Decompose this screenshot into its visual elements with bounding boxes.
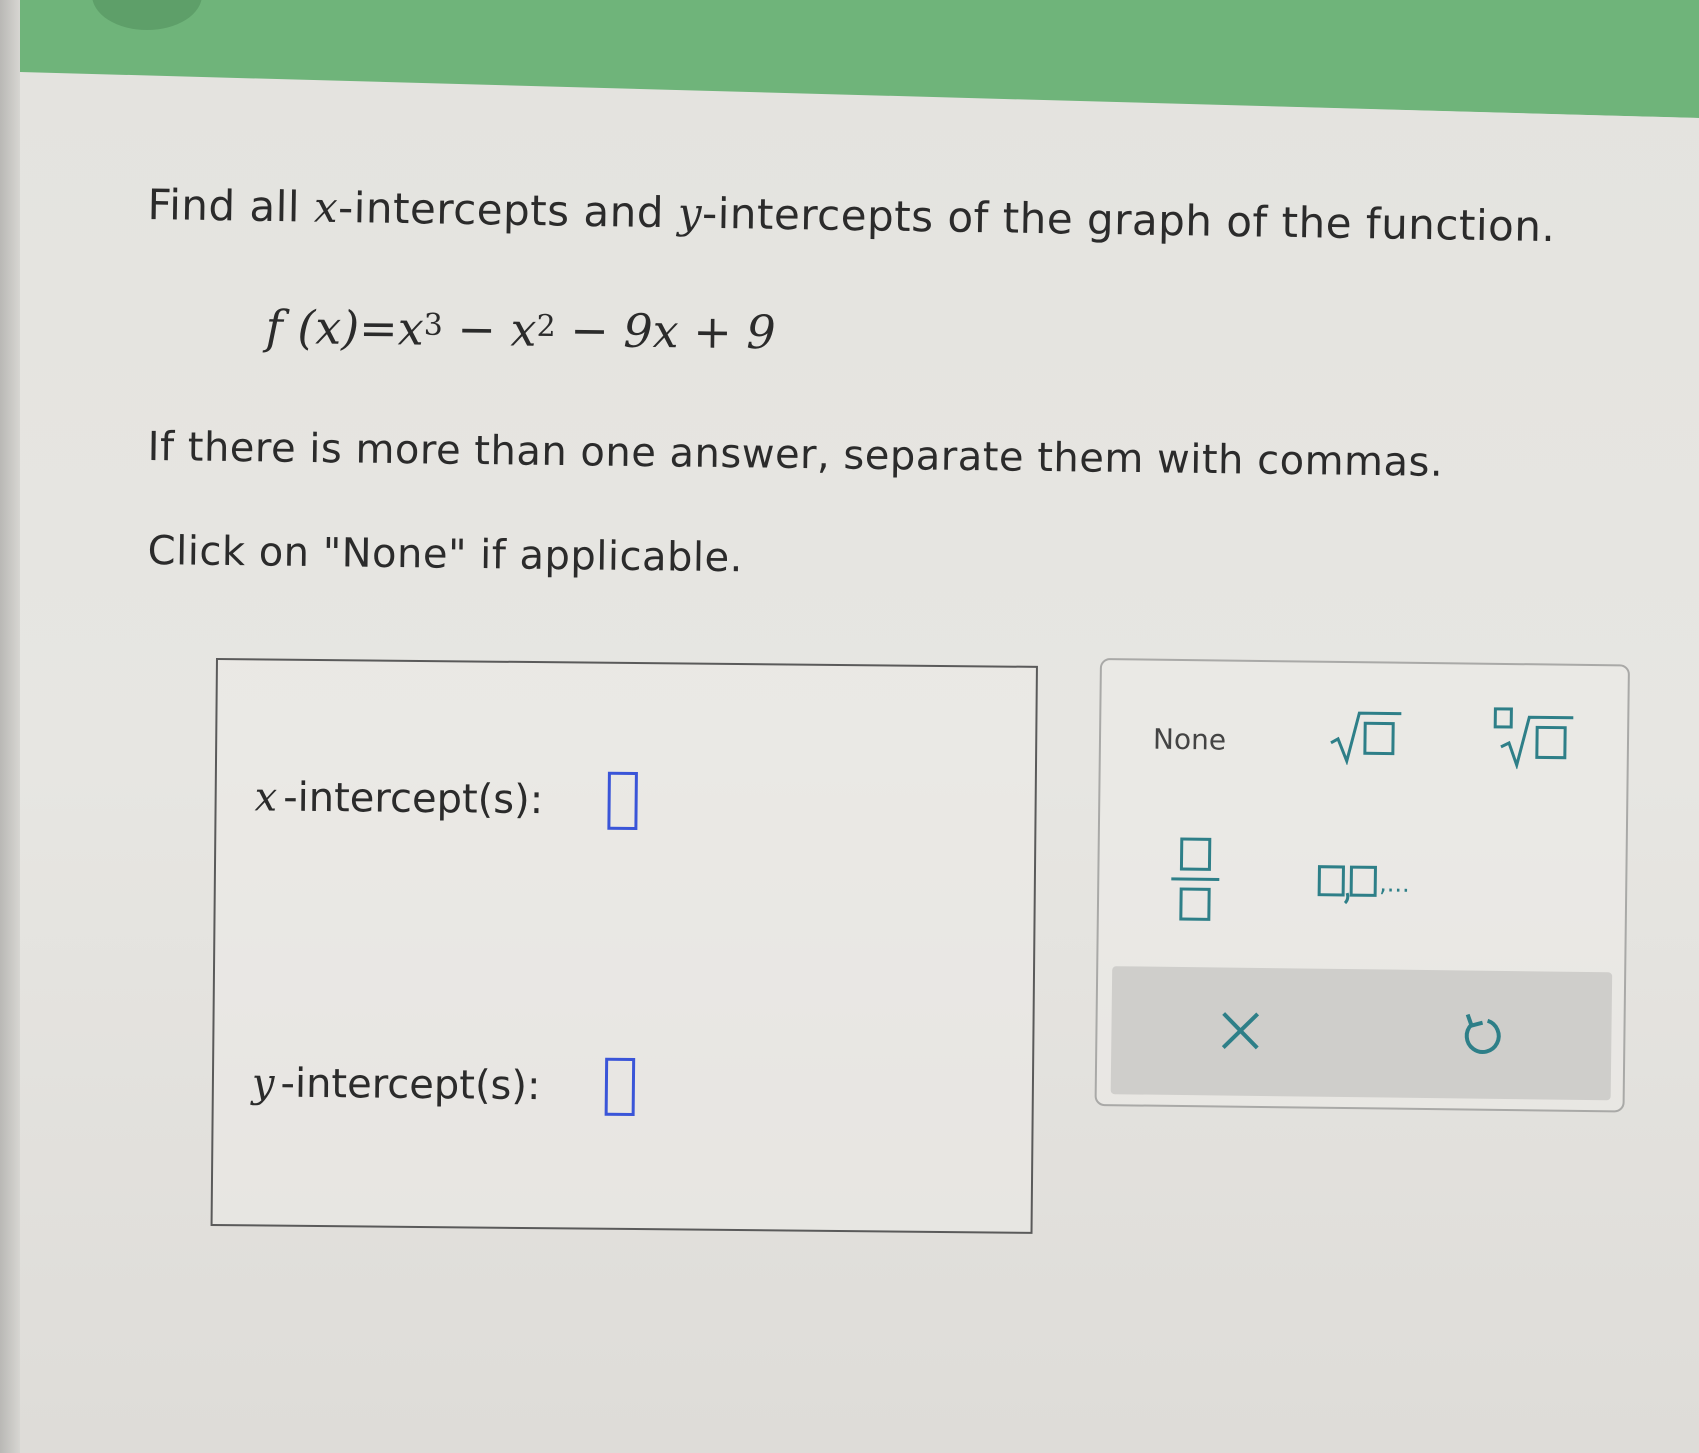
answer-panel: x -intercept(s): y -intercept(s): xyxy=(210,658,1038,1234)
x-intercept-var: x xyxy=(254,774,278,821)
x-intercept-label: -intercept(s): xyxy=(283,774,544,824)
equation-term2-base: x xyxy=(510,302,537,357)
close-icon xyxy=(1221,1012,1260,1050)
equation-term1-base: x xyxy=(397,301,424,356)
y-intercept-label: -intercept(s): xyxy=(280,1060,541,1110)
question-y-var: y xyxy=(677,188,703,238)
y-intercept-input[interactable] xyxy=(604,1057,635,1117)
undo-button[interactable] xyxy=(1457,1008,1508,1059)
fraction-icon xyxy=(1171,837,1220,921)
equation-term2-exp: 2 xyxy=(536,308,556,345)
fraction-button[interactable] xyxy=(1169,837,1222,922)
question-middle: -intercepts and xyxy=(337,182,679,238)
y-intercept-var: y xyxy=(251,1060,275,1107)
equation-equals: = xyxy=(358,300,399,356)
none-button[interactable]: None xyxy=(1153,723,1226,757)
list-icon xyxy=(1317,865,1377,905)
list-button[interactable]: ,... xyxy=(1317,859,1428,906)
question-prefix: Find all xyxy=(147,180,315,232)
clear-button[interactable] xyxy=(1215,1005,1266,1056)
equation-lhs: f (x) xyxy=(265,300,360,355)
screen-bezel xyxy=(0,0,20,1453)
square-root-button[interactable] xyxy=(1329,709,1404,766)
x-intercept-input[interactable] xyxy=(606,771,638,831)
undo-icon xyxy=(1464,1013,1501,1054)
list-suffix: ,... xyxy=(1379,869,1410,898)
question-x-var: x xyxy=(313,182,339,232)
equation-term1-exp: 3 xyxy=(423,307,444,343)
x-intercept-row: x -intercept(s): xyxy=(254,768,638,831)
function-equation: f (x)=x3 − x2 − 9x + 9 xyxy=(265,300,776,359)
instruction-none: Click on "None" if applicable. xyxy=(147,528,744,582)
y-intercept-row: y -intercept(s): xyxy=(251,1054,635,1117)
equation-term2-sign: − xyxy=(457,302,497,357)
math-keypad: None ,... xyxy=(1094,658,1630,1113)
header-logo-shape xyxy=(92,0,202,30)
nth-root-icon xyxy=(1493,707,1574,770)
equation-term3: − 9x + 9 xyxy=(569,303,776,360)
square-root-icon xyxy=(1330,711,1402,766)
keypad-action-bar xyxy=(1110,966,1613,1101)
nth-root-button[interactable] xyxy=(1493,707,1576,770)
